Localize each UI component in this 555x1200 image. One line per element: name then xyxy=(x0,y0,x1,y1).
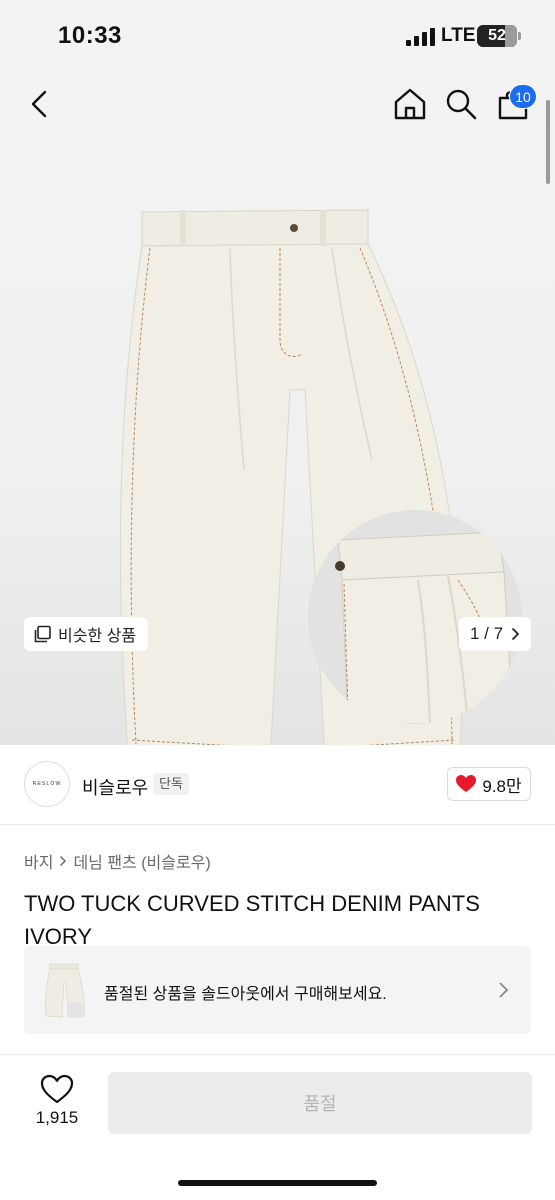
breadcrumb: 바지 데님 팬츠 (비슬로우) xyxy=(24,849,211,873)
home-indicator[interactable] xyxy=(178,1180,377,1186)
wish-count: 1,915 xyxy=(35,1108,79,1127)
signal-icon xyxy=(406,28,435,46)
page-indicator-text: 1 / 7 xyxy=(469,624,504,643)
soldout-banner[interactable]: 품절된 상품을 솔드아웃에서 구매해보세요. xyxy=(24,946,531,1034)
scrollbar[interactable] xyxy=(546,100,550,184)
breadcrumb-category[interactable]: 바지 xyxy=(24,849,53,873)
heart-outline-icon[interactable] xyxy=(40,1074,74,1104)
back-icon[interactable] xyxy=(24,88,56,120)
product-gallery[interactable]: 비슷한 상품 1 / 7 xyxy=(0,70,555,745)
cart-badge: 10 xyxy=(509,84,537,109)
image-page-indicator[interactable]: 1 / 7 xyxy=(459,617,531,651)
product-title: TWO TUCK CURVED STITCH DENIM PANTS IVORY xyxy=(24,891,480,949)
status-time: 10:33 xyxy=(58,22,122,49)
brand-logo[interactable]: RESLOW xyxy=(24,761,70,807)
bottom-bar-divider xyxy=(0,1054,555,1055)
brand-row[interactable]: RESLOW 비슬로우 단독 9.8만 xyxy=(0,745,555,825)
chevron-right-icon xyxy=(60,855,67,867)
brand-like-count: 9.8만 xyxy=(482,776,522,796)
brand-name[interactable]: 비슬로우 xyxy=(82,774,148,800)
similar-products-button[interactable]: 비슷한 상품 xyxy=(24,617,149,651)
brand-like-button[interactable]: 9.8만 xyxy=(447,767,531,801)
similar-products-label: 비슷한 상품 xyxy=(58,628,137,645)
soldout-product-thumbnail xyxy=(45,963,85,1018)
battery-level: 52 xyxy=(488,27,506,44)
status-bar: 10:33 LTE 52 xyxy=(0,0,555,70)
exclusive-badge: 단독 xyxy=(153,773,189,795)
battery-icon: 52 xyxy=(477,25,517,47)
chevron-right-icon xyxy=(511,627,520,641)
search-icon[interactable] xyxy=(444,86,478,122)
breadcrumb-subcategory[interactable]: 데님 팬츠 (비슬로우) xyxy=(73,849,210,873)
buy-button[interactable]: 품절 xyxy=(108,1072,532,1134)
chevron-right-icon xyxy=(499,982,509,998)
similar-icon xyxy=(34,625,51,643)
home-icon[interactable] xyxy=(392,86,428,122)
heart-filled-icon xyxy=(456,775,477,792)
soldout-message: 품절된 상품을 솔드아웃에서 구매해보세요. xyxy=(104,986,387,1003)
network-label: LTE xyxy=(441,25,476,46)
